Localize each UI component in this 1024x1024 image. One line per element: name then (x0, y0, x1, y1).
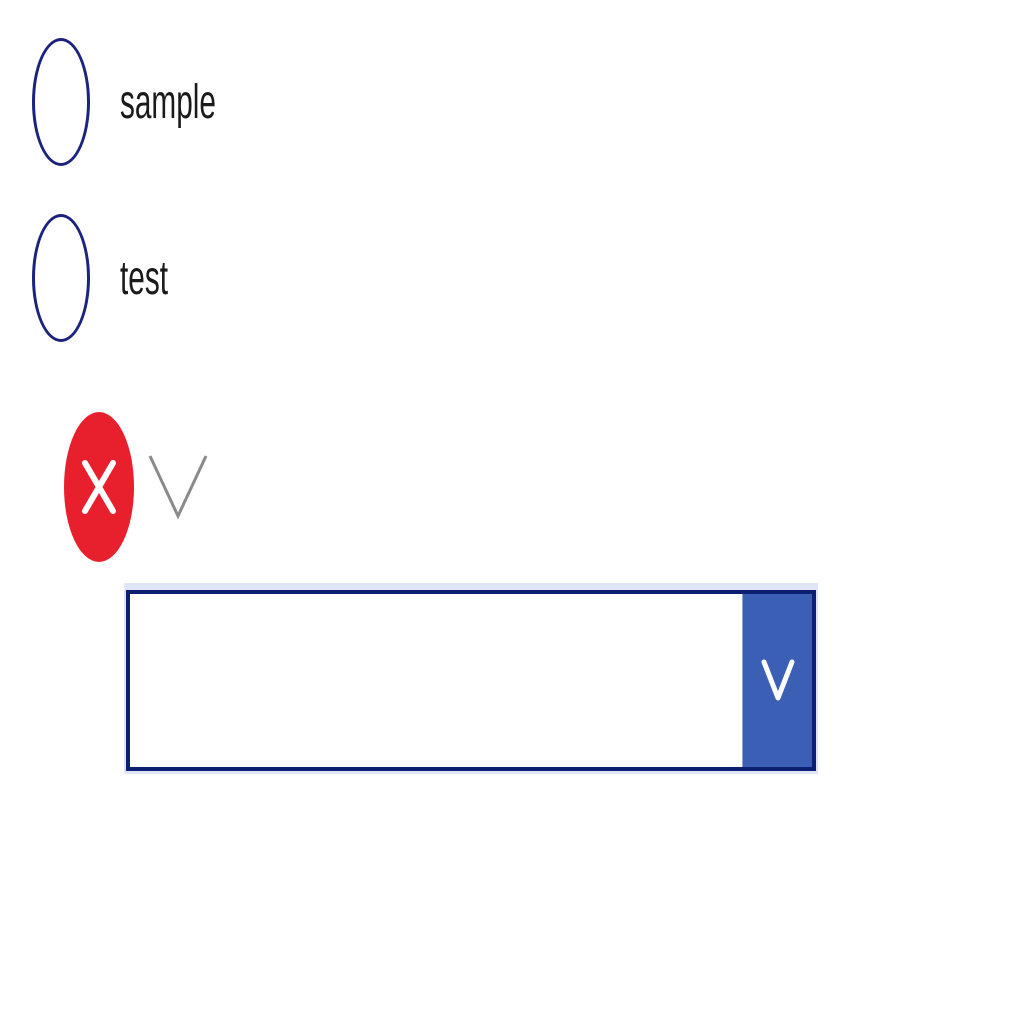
error-x-icon (64, 412, 134, 562)
radio-button[interactable] (32, 214, 90, 342)
chevron-down-icon[interactable] (146, 452, 210, 527)
radio-label: sample (120, 75, 216, 129)
radio-button[interactable] (32, 38, 90, 166)
dropdown-toggle-button[interactable] (742, 594, 812, 767)
radio-option-sample[interactable]: sample (32, 34, 275, 170)
dropdown-value[interactable] (130, 594, 742, 767)
radio-option-test[interactable]: test (32, 210, 197, 346)
radio-label: test (120, 251, 168, 305)
dropdown-select[interactable] (124, 583, 818, 774)
chevron-down-icon (760, 658, 796, 704)
